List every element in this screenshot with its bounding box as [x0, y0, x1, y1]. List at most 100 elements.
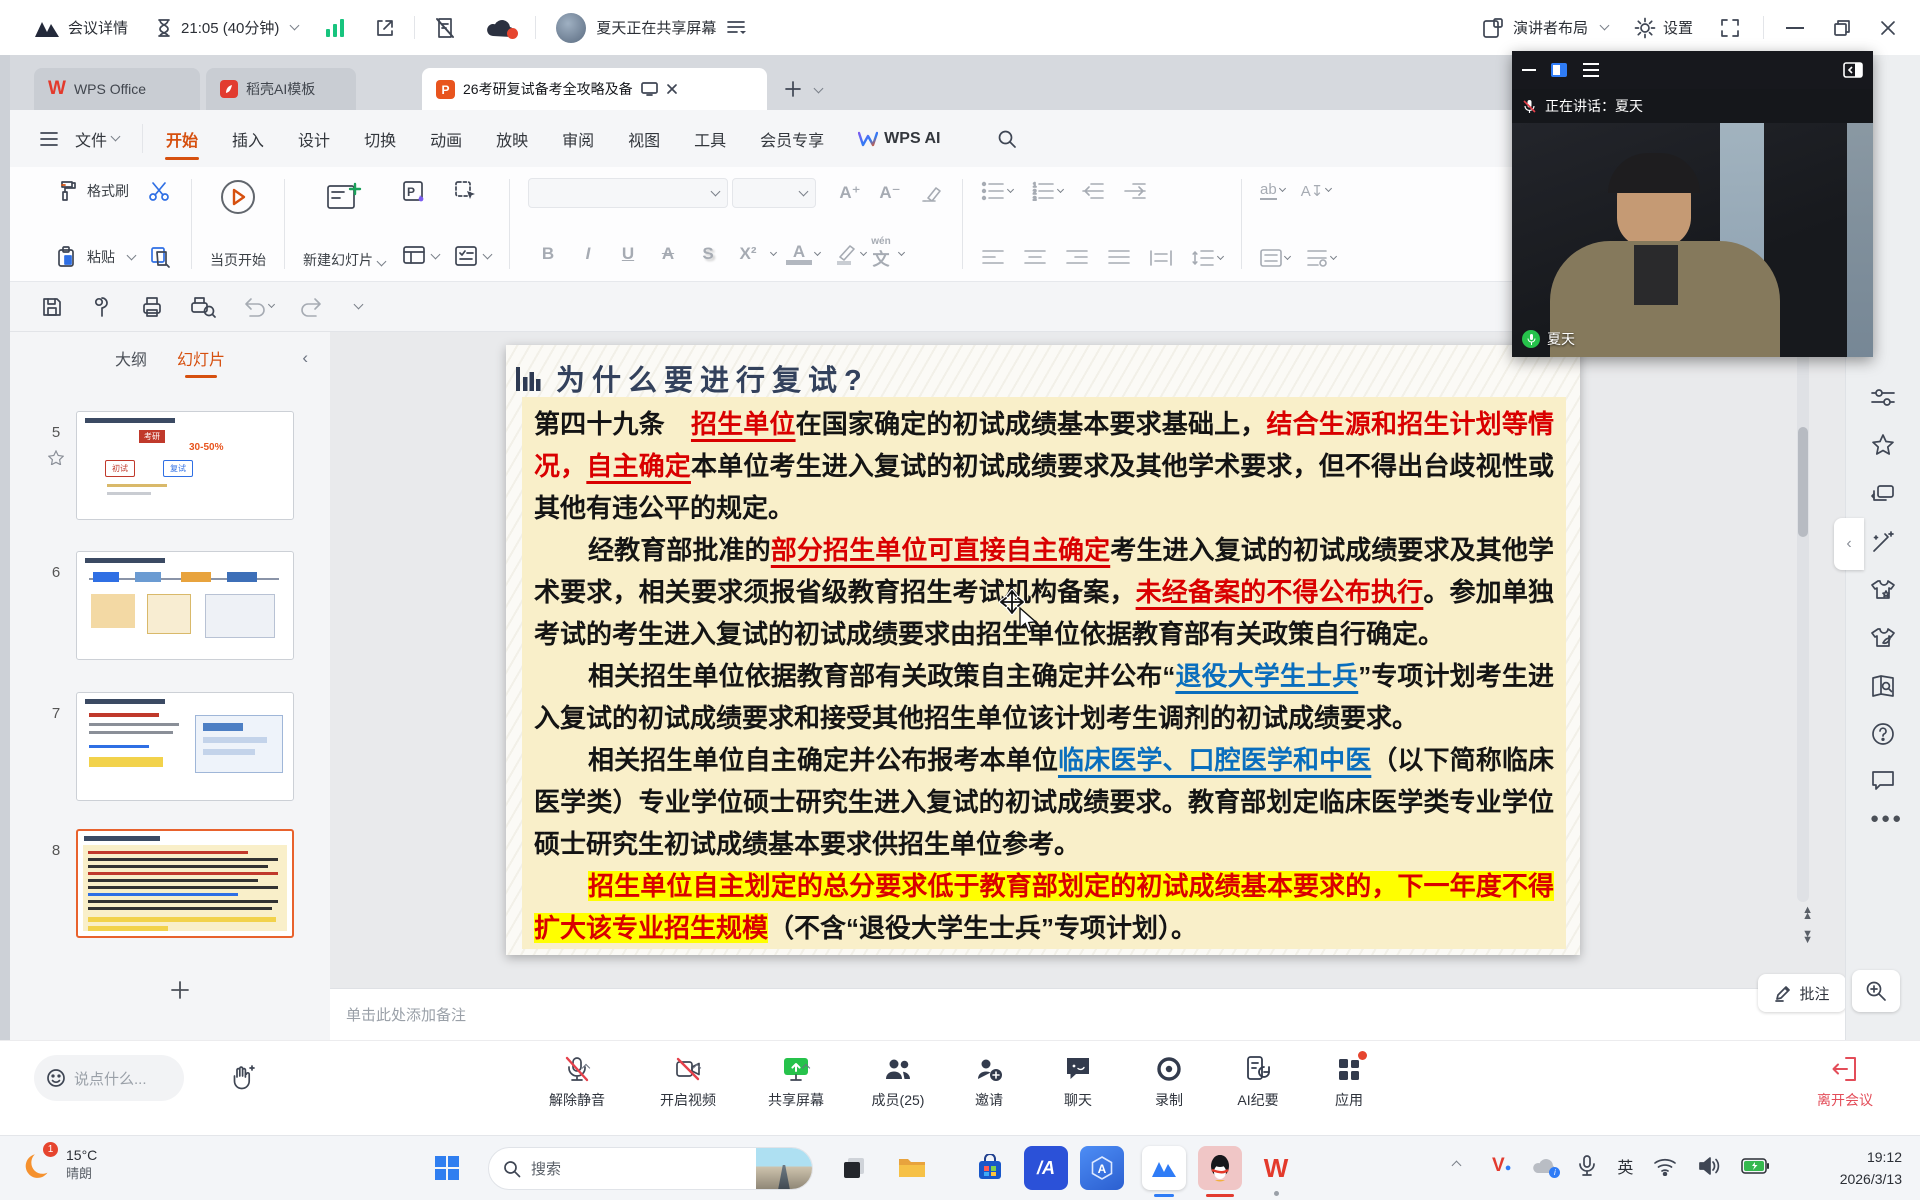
docs-search-icon[interactable]	[1870, 673, 1896, 699]
paragraph-layout-button[interactable]	[1260, 249, 1290, 267]
highlight-color-button[interactable]	[832, 243, 858, 265]
taskbar-clock[interactable]: 19:12 2026/3/13	[1840, 1146, 1902, 1191]
invite-button[interactable]: 邀请	[941, 1055, 1037, 1110]
menu-file[interactable]: 文件	[58, 110, 136, 167]
ai-assistant-button[interactable]: A	[1080, 1146, 1124, 1190]
minimize-button[interactable]	[1786, 27, 1804, 29]
slide-thumbnail-8[interactable]	[76, 829, 294, 938]
green-screen-icon[interactable]	[1870, 625, 1896, 651]
align-center-icon[interactable]	[1023, 249, 1047, 267]
start-button[interactable]	[425, 1146, 469, 1190]
magic-wand-icon[interactable]	[1870, 529, 1896, 555]
menu-member[interactable]: 会员专享	[743, 110, 841, 167]
new-slide-button[interactable]: 新建幻灯片	[303, 175, 385, 273]
text-direction-button[interactable]: A↧	[1301, 182, 1332, 200]
zoom-in-button[interactable]	[1852, 970, 1900, 1012]
raise-hand-button[interactable]	[214, 1055, 270, 1101]
tab-list-button[interactable]	[814, 84, 824, 94]
menu-home[interactable]: 开始	[149, 110, 215, 167]
tencent-meeting-button[interactable]	[1142, 1146, 1186, 1190]
menu-review[interactable]: 审阅	[545, 110, 611, 167]
italic-button[interactable]: I	[568, 244, 608, 264]
menu-animation[interactable]: 动画	[413, 110, 479, 167]
collapse-panel-button[interactable]: ‹	[302, 348, 308, 368]
justify-icon[interactable]	[1107, 249, 1131, 267]
decrease-indent-icon[interactable]	[1081, 181, 1105, 201]
notes-bar[interactable]: 单击此处添加备注	[330, 988, 1845, 1040]
taskbar-search[interactable]: 搜索	[488, 1147, 813, 1190]
increase-font-icon[interactable]: A⁺	[830, 183, 870, 203]
notes-disabled-icon[interactable]	[433, 16, 457, 40]
taskbar-weather[interactable]: 1 15°C 晴朗	[22, 1144, 97, 1184]
adjust-sliders-icon[interactable]	[1870, 385, 1896, 411]
phonetic-button[interactable]: wén文	[866, 238, 896, 270]
align-left-icon[interactable]	[981, 249, 1005, 267]
redo-button[interactable]	[300, 296, 324, 318]
video-minimize-icon[interactable]	[1522, 69, 1536, 71]
menu-slideshow[interactable]: 放映	[479, 110, 545, 167]
print-icon[interactable]	[140, 295, 164, 319]
play-from-page-button[interactable]: 当页开始	[210, 175, 266, 273]
video-layout-icon[interactable]	[1550, 61, 1568, 79]
file-explorer-button[interactable]	[890, 1146, 934, 1190]
maximize-button[interactable]	[1834, 20, 1850, 36]
wps-cloud-tray-icon[interactable]: V●	[1492, 1155, 1511, 1177]
new-tab-button[interactable]	[785, 81, 801, 97]
font-family-select[interactable]	[528, 178, 728, 208]
current-slide[interactable]: 为什么要进行复试? 第四十九条 招生单位在国家确定的初试成绩基本要求基础上，结合…	[506, 345, 1580, 955]
undo-button[interactable]	[242, 296, 274, 318]
virtual-outfit-icon[interactable]	[1870, 577, 1896, 603]
shadow-button[interactable]: S	[688, 244, 728, 264]
chat-button[interactable]: 聊天	[1030, 1055, 1126, 1110]
menu-wps-ai[interactable]: WPS AI	[841, 110, 957, 167]
wps-button[interactable]: W	[1254, 1146, 1298, 1190]
cut-icon[interactable]	[147, 179, 171, 203]
add-slide-button[interactable]	[170, 980, 190, 1000]
increase-indent-icon[interactable]	[1123, 181, 1147, 201]
prev-slide-button[interactable]: ▲▲	[1802, 907, 1813, 919]
apps-button[interactable]: 应用	[1301, 1055, 1397, 1110]
menu-transition[interactable]: 切换	[347, 110, 413, 167]
distribute-icon[interactable]	[1149, 249, 1173, 267]
share-windows-icon[interactable]	[1870, 481, 1896, 507]
feedback-icon[interactable]	[1870, 769, 1896, 793]
save-icon[interactable]	[40, 295, 64, 319]
export-pdf-icon[interactable]	[90, 295, 114, 319]
quickbar-more-button[interactable]	[354, 300, 364, 310]
layout-switcher[interactable]: 演讲者布局	[1481, 16, 1608, 40]
text-tools-button[interactable]	[1306, 249, 1336, 267]
share-screen-button[interactable]: 共享屏幕	[748, 1055, 844, 1110]
line-spacing-button[interactable]	[1191, 249, 1223, 267]
jianying-button[interactable]: /A	[1024, 1146, 1068, 1190]
tab-slides[interactable]: 幻灯片	[177, 346, 225, 370]
more-tools-icon[interactable]: ●●●	[1870, 810, 1903, 827]
wifi-tray-icon[interactable]	[1653, 1156, 1677, 1176]
leave-meeting-button[interactable]: 离开会议	[1790, 1055, 1900, 1110]
annotate-button[interactable]: 批注	[1758, 974, 1846, 1012]
numbered-list-button[interactable]: 123	[1031, 181, 1063, 201]
slide-thumbnail-7[interactable]	[76, 692, 294, 801]
settings-button[interactable]: 设置	[1634, 17, 1693, 39]
menu-tools[interactable]: 工具	[677, 110, 743, 167]
close-button[interactable]	[1880, 20, 1896, 36]
tab-outline[interactable]: 大纲	[115, 346, 147, 370]
clear-format-icon[interactable]	[918, 180, 944, 206]
slide-thumbnail-6[interactable]	[76, 551, 294, 660]
search-icon[interactable]	[997, 129, 1017, 149]
slide-thumbnail-5[interactable]: 考研 30-50% 初试 复试	[76, 411, 294, 520]
tab-docer-templates[interactable]: 稻壳AI模板	[206, 68, 356, 110]
canvas-scrollbar[interactable]	[1797, 342, 1809, 902]
battery-tray-icon[interactable]	[1741, 1158, 1769, 1174]
ime-indicator[interactable]: 英	[1617, 1154, 1633, 1178]
meeting-timer[interactable]: 21:05 (40分钟)	[154, 17, 298, 38]
slide-layout-button[interactable]	[401, 243, 439, 269]
record-button[interactable]: 录制	[1121, 1055, 1217, 1110]
text-effect-button[interactable]: ab	[1260, 181, 1285, 200]
strikethrough-button[interactable]: A	[648, 244, 688, 264]
menu-view[interactable]: 视图	[611, 110, 677, 167]
collapse-side-toolbar-handle[interactable]: ‹	[1834, 518, 1864, 570]
panel-dock-icon[interactable]	[1843, 62, 1863, 78]
bold-button[interactable]: B	[528, 244, 568, 264]
menu-design[interactable]: 设计	[281, 110, 347, 167]
bullet-list-button[interactable]	[981, 181, 1013, 201]
